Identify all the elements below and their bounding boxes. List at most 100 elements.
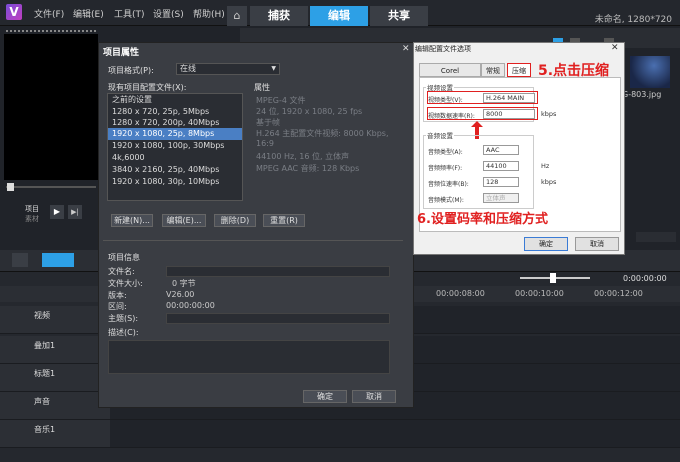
audio-type-label: 音频类型(A): [428,149,463,156]
reset-button[interactable]: 重置(R) [263,214,305,227]
property-line: 基于帧 [256,118,280,127]
ruler-tick: 00:00:10:00 [515,289,564,298]
delete-button[interactable]: 删除(D) [214,214,256,227]
new-button[interactable]: 新建(N)... [111,214,153,227]
audio-freq-label: 音频频率(F): [428,165,463,172]
close-icon[interactable]: ✕ [611,43,619,53]
filesize-value: 0 字节 [172,279,196,288]
track-voice: 声音 [0,392,110,420]
encoder-cancel-button[interactable]: 取消 [575,237,619,251]
track-title: 标题1 [0,364,110,392]
info-title: 项目信息 [108,253,140,262]
chevron-down-icon: ▼ [271,65,276,72]
zoom-slider[interactable] [510,273,610,283]
thumbnail-name: G-803.jpg [622,90,662,99]
audio-mode-select: 立体声 [483,193,519,203]
profile-item[interactable]: 4k,6000 [112,152,145,164]
range-value: 00:00:00:00 [166,301,215,310]
cancel-button[interactable]: 取消 [352,390,396,403]
filename-field [166,266,390,277]
audio-mode-label: 音频模式(M): [428,197,464,204]
dialog-title: 项目属性 [103,48,140,58]
properties-label: 属性 [254,83,270,92]
annotation-step6: 6.设置码率和压缩方式 [417,212,548,227]
next-frame-icon[interactable]: ▶| [68,205,82,219]
menu-help[interactable]: 帮助(H) [193,7,225,20]
track-name: 视频 [34,311,50,320]
project-title: 未命名, 1280*720 [594,15,672,25]
track-video: 视频 [0,306,110,334]
close-icon[interactable]: ✕ [402,44,410,54]
audio-bitrate-select[interactable]: 128 [483,177,519,187]
scrub-handle[interactable] [7,183,14,191]
ruler-tick: 00:00:08:00 [436,289,485,298]
description-label: 描述(C): [108,328,139,337]
video-bitrate-value: 8000 [486,110,503,118]
video-type-label: 视频类型(V): [428,97,463,104]
audio-type-value: AAC [486,146,500,154]
tab-edit[interactable]: 编辑 [310,6,368,26]
scrub-bar[interactable] [6,186,96,188]
home-icon[interactable]: ⌂ [227,6,247,26]
clip-mode-label[interactable]: 素材 [25,214,39,224]
menu-tools[interactable]: 工具(T) [114,7,145,20]
version-value: V26.00 [166,290,195,299]
app-logo-icon: V [6,4,22,20]
track-overlay: 叠加1 [0,336,110,364]
menu-settings[interactable]: 设置(S) [153,7,184,20]
track-lane[interactable] [110,420,680,448]
tab-general[interactable]: 常规 [481,63,505,77]
kbps-unit: kbps [541,110,557,118]
tab-share[interactable]: 共享 [370,6,428,26]
property-line: H.264 主配置文件视频: 8000 Kbps, 16:9 [256,129,389,148]
format-value: 在线 [180,64,196,73]
video-bitrate-input[interactable]: 8000 [483,109,535,119]
timecode-display[interactable]: 0:00:00:00 [623,274,667,283]
subject-field[interactable] [166,313,390,324]
track-name: 声音 [34,397,50,406]
property-line: MPEG AAC 音频: 128 Kbps [256,164,360,173]
menu-file[interactable]: 文件(F) [34,7,64,20]
profile-item[interactable]: 1920 x 1080, 100p, 30Mbps [112,140,224,152]
version-label: 版本: [108,291,127,300]
audio-type-select[interactable]: AAC [483,145,519,155]
profile-item-selected[interactable]: 1920 x 1080, 25p, 8Mbps [112,128,214,140]
timeline-view-icon[interactable] [42,253,74,267]
ok-button[interactable]: 确定 [303,390,347,403]
panel-grip [6,30,96,32]
encoder-ok-button[interactable]: 确定 [524,237,568,251]
audio-freq-select[interactable]: 44100 [483,161,519,171]
description-field[interactable] [108,340,390,374]
audio-freq-value: 44100 [486,162,507,170]
tab-corel[interactable]: Corel VideoStudio [419,63,481,89]
property-line: 24 位, 1920 x 1080, 25 fps [256,107,363,116]
format-label: 项目格式(P): [108,66,154,75]
encoder-dialog-title: 编辑配置文件选项 [415,45,471,53]
preview-window [4,34,98,180]
library-view-icons[interactable] [636,232,676,242]
video-type-select[interactable]: H.264 MAIN [483,93,535,103]
track-name: 叠加1 [34,341,56,350]
profile-item[interactable]: 3840 x 2160, 25p, 40Mbps [112,164,219,176]
play-icon[interactable]: ▶ [50,205,64,219]
project-mode-label[interactable]: 项目 [25,204,39,214]
storyboard-view-icon[interactable] [12,253,28,267]
track-header-toolbar [0,286,110,302]
video-type-value: H.264 MAIN [486,94,525,102]
format-select[interactable]: 在线 ▼ [176,63,280,75]
range-label: 区间: [108,302,127,311]
edit-button[interactable]: 编辑(E)... [162,214,206,227]
tab-capture[interactable]: 捕获 [250,6,308,26]
track-name: 音乐1 [34,425,56,434]
track-name: 标题1 [34,369,56,378]
audio-mode-value: 立体声 [486,194,506,202]
audio-bitrate-value: 128 [486,178,499,186]
library-thumbnail[interactable] [630,56,670,88]
profile-item[interactable]: 1920 x 1080, 30p, 10Mbps [112,176,219,188]
subject-label: 主题(S): [108,314,139,323]
kbps-unit: kbps [541,178,557,186]
property-line: 44100 Hz, 16 位, 立体声 [256,152,350,161]
profile-item[interactable]: 之前的设置 [112,94,152,106]
tab-compression[interactable]: 压缩 [507,63,531,77]
menu-edit[interactable]: 编辑(E) [73,7,104,20]
